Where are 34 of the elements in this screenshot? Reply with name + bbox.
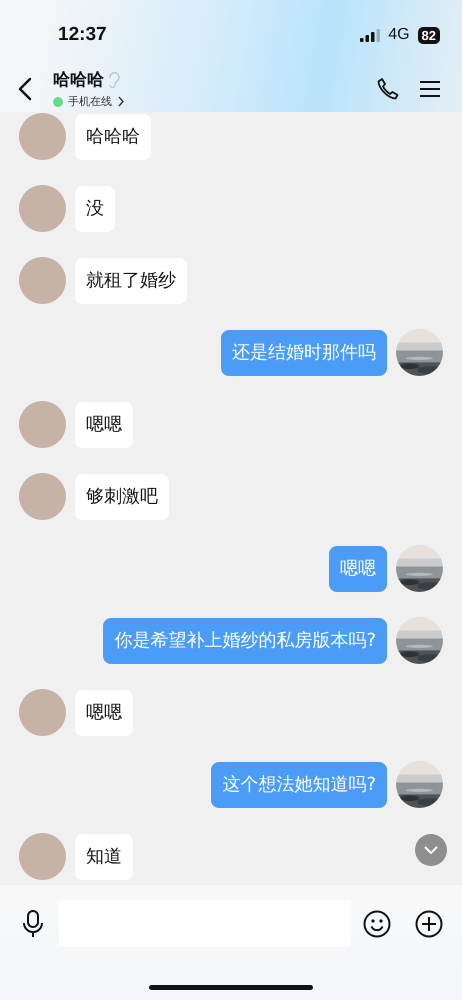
battery-indicator: 82 bbox=[418, 26, 440, 44]
avatar[interactable] bbox=[19, 833, 66, 880]
message-bubble: 这个想法她知道吗? bbox=[211, 762, 387, 808]
status-time: 12:37 bbox=[58, 24, 107, 46]
message-bubble: 就租了婚纱 bbox=[75, 258, 187, 304]
back-icon[interactable] bbox=[18, 77, 32, 102]
message-bubble: 嗯嗯 bbox=[75, 690, 133, 736]
message-bubble: 没 bbox=[75, 186, 115, 232]
avatar[interactable] bbox=[19, 185, 66, 232]
avatar[interactable] bbox=[19, 113, 66, 160]
message-bubble: 够刺激吧 bbox=[75, 474, 169, 520]
avatar[interactable] bbox=[19, 473, 66, 520]
signal-icon bbox=[360, 28, 380, 42]
message-bubble: 嗯嗯 bbox=[329, 546, 387, 592]
message-bubble: 你是希望补上婚纱的私房版本吗? bbox=[103, 618, 387, 664]
message-bubble: 知道 bbox=[75, 834, 133, 880]
chevron-icon[interactable] bbox=[117, 96, 125, 107]
emoji-icon[interactable] bbox=[363, 910, 391, 938]
network-label: 4G bbox=[388, 26, 410, 44]
phone-icon[interactable] bbox=[376, 77, 400, 102]
contact-name: 哈哈哈 bbox=[53, 69, 104, 91]
microphone-icon[interactable] bbox=[22, 910, 44, 938]
online-status[interactable]: 手机在线 bbox=[68, 94, 112, 109]
scroll-down-button[interactable] bbox=[415, 834, 447, 866]
message-bubble: 还是结婚时那件吗 bbox=[221, 330, 387, 376]
avatar[interactable] bbox=[19, 689, 66, 736]
menu-icon[interactable] bbox=[420, 80, 440, 98]
plus-icon[interactable] bbox=[415, 910, 443, 938]
message-bubble: 嗯嗯 bbox=[75, 402, 133, 448]
avatar[interactable] bbox=[19, 401, 66, 448]
ear-icon bbox=[108, 72, 120, 88]
message-bubble: 哈哈哈 bbox=[75, 114, 151, 160]
avatar[interactable] bbox=[19, 257, 66, 304]
chevron-down-icon bbox=[424, 846, 438, 854]
